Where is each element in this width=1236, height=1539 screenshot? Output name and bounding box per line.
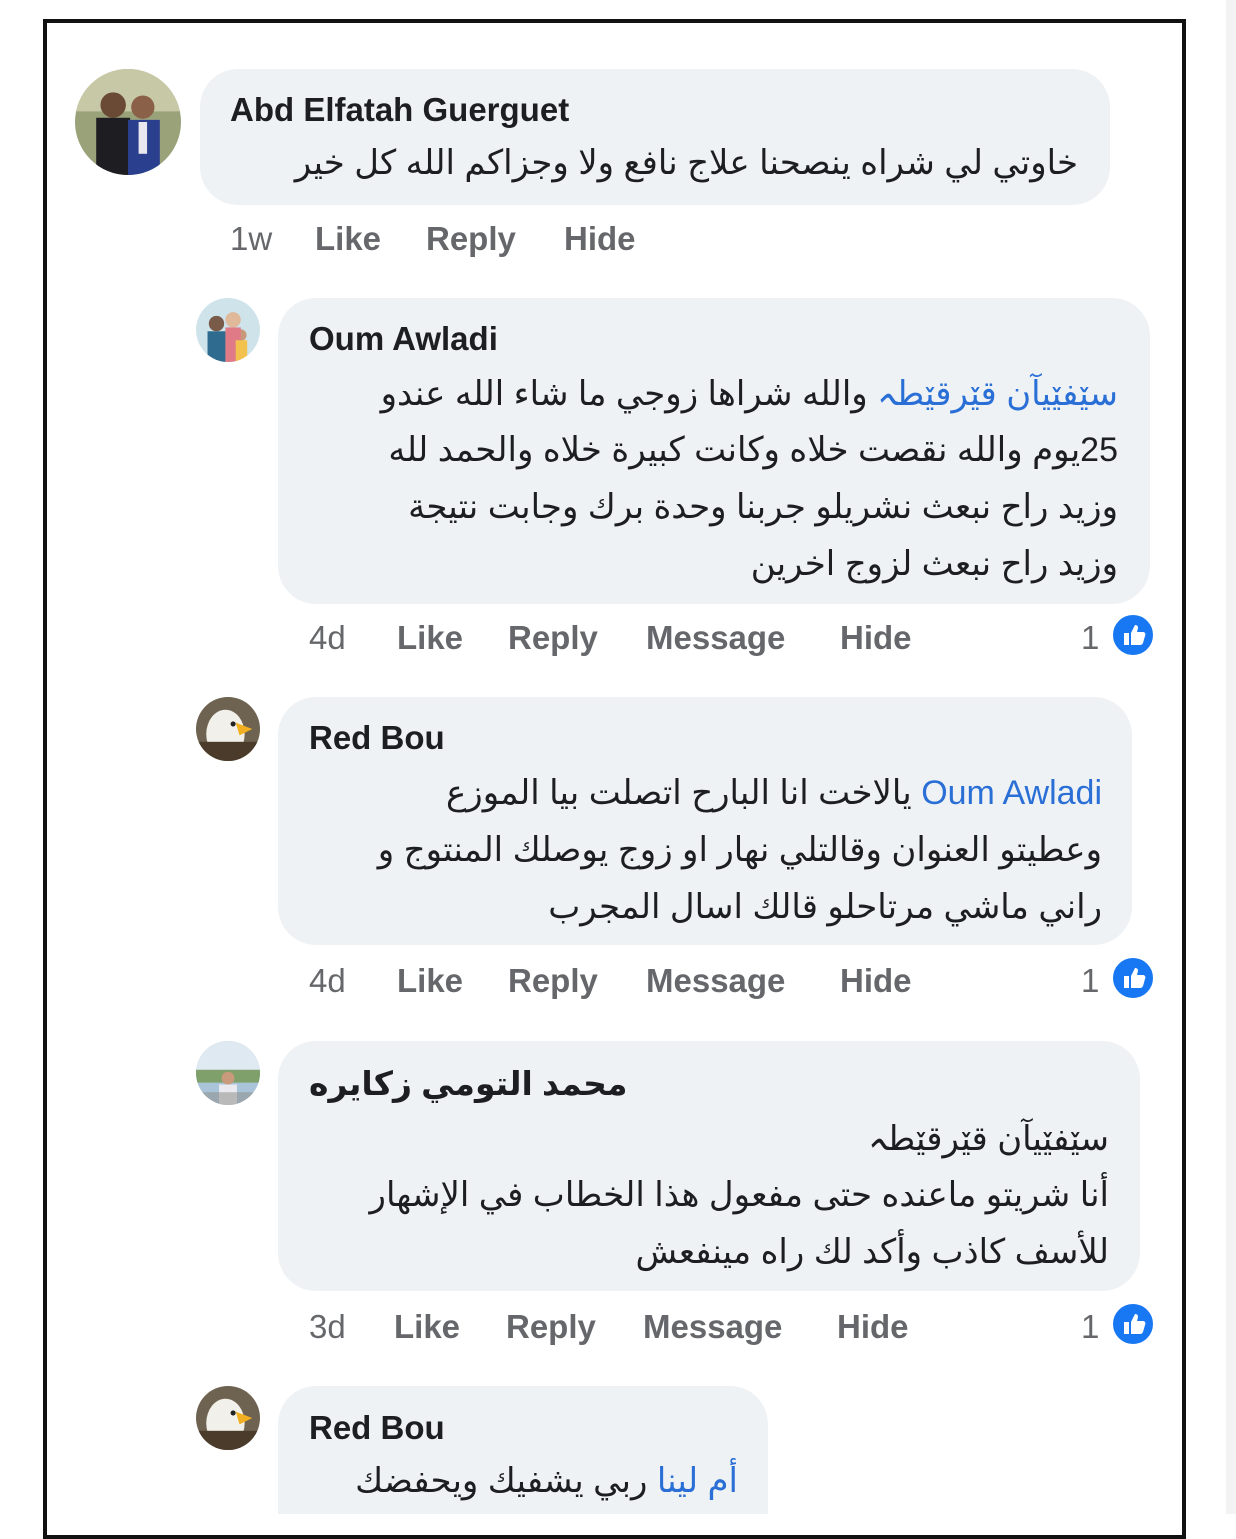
comment-author[interactable]: Abd Elfatah Guerguet: [230, 91, 569, 129]
comment-text: يالاخت انا البارح اتصلت بيا الموزع: [446, 774, 922, 812]
comment-text-line-3: للأسف كاذب وأكد لك راه مينفعش: [635, 1233, 1109, 1271]
comment-text-line-3: وزيد راح نبعث نشريلو جربنا وحدة برك وجاب…: [408, 488, 1118, 526]
reply-button[interactable]: Reply: [506, 1308, 596, 1346]
reaction-count[interactable]: 1: [1081, 619, 1099, 657]
reply-button[interactable]: Reply: [426, 220, 516, 258]
comment-text-line-2: أنا شريتو ماعنده حتى مفعول هذا الخطاب في…: [369, 1176, 1109, 1214]
avatar-red-bou[interactable]: [196, 1386, 260, 1450]
reaction-count[interactable]: 1: [1081, 1308, 1099, 1346]
comment-text-line-4: وزيد راح نبعث لزوج اخرين: [750, 545, 1118, 583]
hide-button[interactable]: Hide: [837, 1308, 909, 1346]
comment-text-line-1: Oum Awladi يالاخت انا البارح اتصلت بيا ا…: [446, 773, 1102, 813]
like-button[interactable]: Like: [315, 220, 381, 258]
mention-link[interactable]: سێفێیآن قێرقێطہ: [877, 375, 1118, 413]
comment-text: خاوتي لي شراه ينصحنا علاج نافع ولا وجزاك…: [294, 144, 1078, 182]
comment-bubble-1: [200, 69, 1110, 205]
like-thumb-icon: [1110, 612, 1156, 658]
hide-button[interactable]: Hide: [564, 220, 636, 258]
comment-text: والله شراها زوجي ما شاء الله عندو: [380, 375, 878, 413]
comment-author[interactable]: Red Bou: [309, 719, 445, 757]
comment-text-line-2: وعطيتو العنوان وقالتلي نهار او زوج يوصلك…: [377, 831, 1102, 869]
page-edge: [1226, 0, 1236, 1514]
avatar-mohamed[interactable]: [196, 1041, 260, 1105]
like-button[interactable]: Like: [394, 1308, 460, 1346]
comment-author[interactable]: Oum Awladi: [309, 320, 498, 358]
message-button[interactable]: Message: [646, 619, 785, 657]
comment-text-line-2: 25يوم والله نقصت خلاه وكانت كبيرة خلاه و…: [388, 431, 1118, 469]
reaction-count[interactable]: 1: [1081, 962, 1099, 1000]
comment-text: ربي يشفيك ويحفضك: [355, 1462, 657, 1500]
message-button[interactable]: Message: [646, 962, 785, 1000]
reply-button[interactable]: Reply: [508, 962, 598, 1000]
comment-author[interactable]: Red Bou: [309, 1409, 445, 1447]
reply-button[interactable]: Reply: [508, 619, 598, 657]
message-button[interactable]: Message: [643, 1308, 782, 1346]
like-thumb-icon: [1110, 1301, 1156, 1347]
comment-time[interactable]: 1w: [230, 220, 272, 258]
hide-button[interactable]: Hide: [840, 962, 912, 1000]
avatar-oum-awladi[interactable]: [196, 298, 260, 362]
mention-link[interactable]: Oum Awladi: [921, 774, 1102, 812]
comment-time[interactable]: 4d: [309, 619, 346, 657]
comment-text-line-1[interactable]: سێفێیآن قێرقێطہ: [868, 1118, 1109, 1159]
like-button[interactable]: Like: [397, 962, 463, 1000]
avatar-red-bou[interactable]: [196, 697, 260, 761]
comment-time[interactable]: 4d: [309, 962, 346, 1000]
comment-author[interactable]: محمد التومي زكايره: [309, 1064, 627, 1103]
like-button[interactable]: Like: [397, 619, 463, 657]
comment-text-line-1: سێفێیآن قێرقێطہ والله شراها زوجي ما شاء …: [381, 373, 1118, 414]
like-thumb-icon: [1110, 955, 1156, 1001]
comment-text-line-3: راني ماشي مرتاحلو قالك اسال المجرب: [548, 888, 1102, 926]
hide-button[interactable]: Hide: [840, 619, 912, 657]
mention-link[interactable]: أم لينا: [657, 1462, 738, 1500]
comment-text-line-1: أم لينا ربي يشفيك ويحفضك: [355, 1461, 738, 1501]
avatar-abd-elfatah[interactable]: [75, 69, 181, 175]
comment-time[interactable]: 3d: [309, 1308, 346, 1346]
